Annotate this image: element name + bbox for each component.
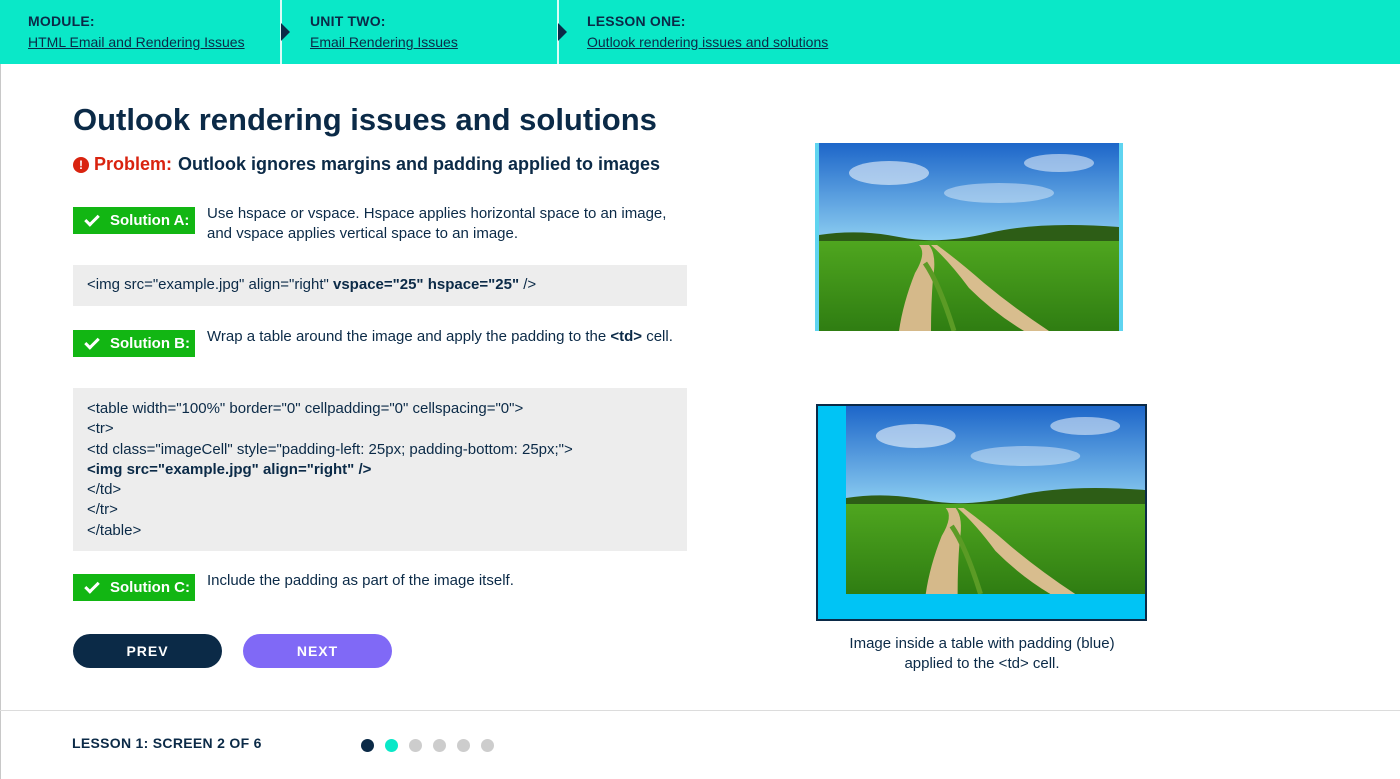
breadcrumb: MODULE: HTML Email and Rendering Issues …: [0, 0, 1400, 64]
breadcrumb-lesson-link[interactable]: Outlook rendering issues and solutions: [587, 34, 828, 50]
code-b-line: <table width="100%" border="0" cellpaddi…: [87, 400, 524, 417]
breadcrumb-separator-icon: [558, 23, 567, 41]
code-b-line: <img src="example.jpg" align="right" />: [87, 460, 372, 478]
solution-a-badge: Solution A:: [73, 207, 195, 234]
alert-icon: !: [73, 156, 89, 173]
breadcrumb-unit-link[interactable]: Email Rendering Issues: [310, 34, 458, 50]
problem-text: Outlook ignores margins and padding appl…: [178, 154, 661, 174]
checkmark-icon: [84, 210, 100, 227]
breadcrumb-module-heading: MODULE:: [28, 13, 95, 29]
code-b-line: </tr>: [87, 501, 118, 519]
code-b-line: </table>: [87, 521, 142, 539]
progress-dot[interactable]: [433, 739, 446, 752]
code-b-line: </td>: [87, 481, 122, 499]
breadcrumb-lesson: LESSON ONE: Outlook rendering issues and…: [557, 0, 1400, 64]
landscape-image-top: [815, 143, 1123, 331]
code-sample-a: <img src="example.jpg" align="right" vsp…: [73, 265, 687, 306]
code-a-end: />: [519, 276, 537, 293]
solution-b-text-before: Wrap a table around the image and apply …: [207, 328, 611, 345]
solution-c-text: Include the padding as part of the image…: [207, 572, 514, 589]
solution-b-text: Wrap a table around the image and apply …: [207, 327, 687, 357]
lesson-progress-text: LESSON 1: SCREEN 2 OF 6: [72, 735, 262, 751]
code-a-plain: <img src="example.jpg" align="right": [87, 276, 333, 293]
breadcrumb-module-link[interactable]: HTML Email and Rendering Issues: [28, 34, 245, 50]
solution-a-text: Use hspace or vspace. Hspace applies hor…: [207, 205, 667, 242]
breadcrumb-separator-icon: [281, 23, 290, 41]
figure-caption: Image inside a table with padding (blue)…: [782, 634, 1182, 674]
solution-b-text-bold: <td>: [610, 328, 643, 345]
prev-button[interactable]: PREV: [73, 634, 222, 668]
solution-c: Solution C: Include the padding as part …: [73, 572, 687, 601]
footer-divider: [0, 710, 1400, 711]
next-button[interactable]: NEXT: [243, 634, 392, 668]
solution-b-badge: Solution B:: [73, 330, 195, 357]
solution-b-label: Solution B:: [110, 335, 190, 352]
page-edge-divider: [0, 64, 1, 779]
code-sample-b: <table width="100%" border="0" cellpaddi…: [73, 388, 687, 551]
breadcrumb-lesson-heading: LESSON ONE:: [587, 13, 686, 29]
figure-caption-line1: Image inside a table with padding (blue): [849, 635, 1115, 652]
solution-a: Solution A: Use hspace or vspace. Hspace…: [73, 205, 687, 244]
progress-dot[interactable]: [361, 739, 374, 752]
figure-caption-line2: applied to the <td> cell.: [904, 655, 1060, 672]
code-a-bold: vspace="25" hspace="25": [333, 276, 520, 293]
padded-image: [846, 406, 1145, 594]
progress-dot[interactable]: [481, 739, 494, 752]
code-b-line: <td class="imageCell" style="padding-lef…: [87, 440, 573, 458]
screen-progress-dots: [361, 739, 505, 752]
problem-label: Problem:: [94, 154, 173, 174]
progress-dot[interactable]: [409, 739, 422, 752]
checkmark-icon: [84, 577, 100, 594]
checkmark-icon: [84, 333, 100, 350]
solution-a-label: Solution A:: [110, 212, 190, 229]
solution-b-text-after: cell.: [642, 328, 673, 345]
problem-statement: ! Problem: Outlook ignores margins and p…: [73, 154, 688, 175]
padded-image-table: [816, 404, 1147, 621]
breadcrumb-unit-heading: UNIT TWO:: [310, 13, 386, 29]
progress-dot-current[interactable]: [385, 739, 398, 752]
breadcrumb-unit: UNIT TWO: Email Rendering Issues: [280, 0, 567, 64]
page-title: Outlook rendering issues and solutions: [73, 102, 657, 137]
landscape-illustration: [846, 406, 1145, 594]
progress-dot[interactable]: [457, 739, 470, 752]
breadcrumb-module: MODULE: HTML Email and Rendering Issues: [0, 0, 290, 64]
solution-b: Solution B: Wrap a table around the imag…: [73, 327, 687, 357]
lesson-content: Outlook rendering issues and solutions !…: [73, 100, 688, 668]
solution-c-label: Solution C:: [110, 579, 190, 596]
solution-c-badge: Solution C:: [73, 574, 195, 601]
code-b-line: <tr>: [87, 420, 114, 438]
landscape-illustration: [819, 143, 1119, 331]
